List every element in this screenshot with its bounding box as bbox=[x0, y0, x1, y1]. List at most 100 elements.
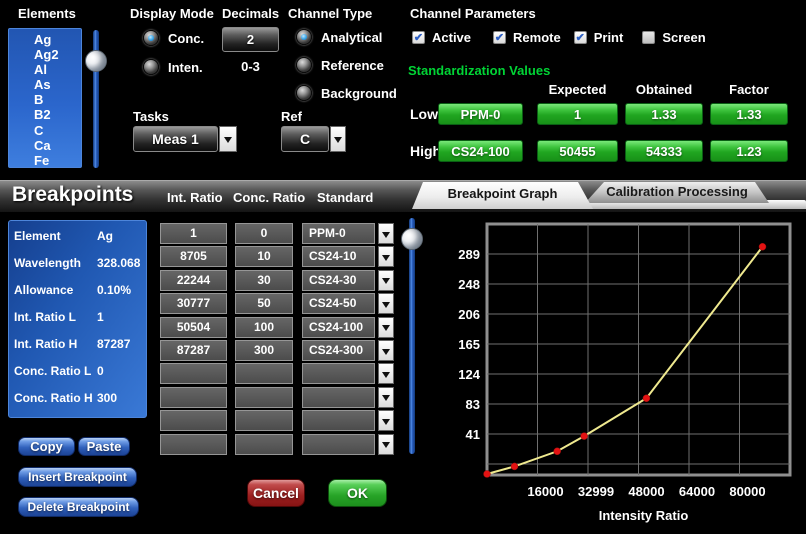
standardization-row-label: High bbox=[410, 143, 441, 159]
breakpoint-table-row bbox=[160, 387, 395, 408]
radio-icon[interactable] bbox=[296, 29, 312, 45]
paste-button[interactable]: Paste bbox=[78, 437, 130, 456]
conc-ratio-cell[interactable]: 30 bbox=[235, 270, 293, 291]
int-ratio-cell[interactable]: 1 bbox=[160, 223, 227, 244]
breakpoint-table-row: 22244 30 CS24-30 bbox=[160, 270, 395, 291]
checkbox-screen[interactable] bbox=[642, 31, 655, 44]
tasks-dropdown-arrow-icon[interactable] bbox=[219, 126, 237, 152]
conc-ratio-cell[interactable]: 100 bbox=[235, 317, 293, 338]
standard-dropdown-arrow-icon[interactable] bbox=[378, 387, 394, 408]
standard-select[interactable]: CS24-50 bbox=[302, 293, 375, 314]
element-list-item-ag2[interactable]: Ag2 bbox=[9, 47, 81, 62]
checkbox-active[interactable]: ✔ bbox=[412, 31, 425, 44]
expected-value-box: 50455 bbox=[537, 140, 618, 162]
ref-select[interactable]: C bbox=[281, 126, 329, 152]
standard-dropdown-arrow-icon[interactable] bbox=[378, 363, 394, 384]
standard-dropdown-arrow-icon[interactable] bbox=[378, 434, 394, 455]
element-list-item-b2[interactable]: B2 bbox=[9, 107, 81, 122]
checkbox-remote[interactable]: ✔ bbox=[493, 31, 506, 44]
radio-option-background[interactable]: Background bbox=[296, 85, 397, 101]
tasks-select[interactable]: Meas 1 bbox=[133, 126, 218, 152]
standard-dropdown-arrow-icon[interactable] bbox=[378, 317, 394, 338]
standard-dropdown-arrow-icon[interactable] bbox=[378, 270, 394, 291]
conc-ratio-cell[interactable]: 50 bbox=[235, 293, 293, 314]
info-value: 87287 bbox=[97, 337, 144, 351]
standard-name-box[interactable]: PPM-0 bbox=[438, 103, 523, 125]
channel-type-label: Channel Type bbox=[288, 6, 372, 21]
element-list-item-as[interactable]: As bbox=[9, 77, 81, 92]
tab-breakpoint-graph[interactable]: Breakpoint Graph bbox=[412, 182, 593, 209]
ok-button[interactable]: OK bbox=[328, 479, 387, 507]
element-list-item-fe[interactable]: Fe bbox=[9, 153, 81, 168]
conc-ratio-cell[interactable] bbox=[235, 410, 293, 431]
elements-scrollbar-thumb[interactable] bbox=[85, 50, 107, 72]
standardization-row-low: LowPPM-011.331.33 bbox=[408, 103, 800, 125]
element-list-item-ca[interactable]: Ca bbox=[9, 138, 81, 153]
delete-breakpoint-button[interactable]: Delete Breakpoint bbox=[18, 497, 139, 517]
cancel-button[interactable]: Cancel bbox=[247, 479, 305, 507]
element-list-item-b[interactable]: B bbox=[9, 92, 81, 107]
int-ratio-cell[interactable] bbox=[160, 410, 227, 431]
factor-value-box: 1.23 bbox=[710, 140, 788, 162]
element-list-item-al[interactable]: Al bbox=[9, 62, 81, 77]
radio-option-analytical[interactable]: Analytical bbox=[296, 29, 397, 45]
standard-select[interactable] bbox=[302, 387, 375, 408]
channel-parameters-label: Channel Parameters bbox=[410, 6, 536, 21]
int-ratio-cell[interactable] bbox=[160, 434, 227, 455]
int-ratio-column-header: Int. Ratio bbox=[167, 190, 223, 205]
ref-label: Ref bbox=[281, 109, 302, 124]
standard-dropdown-arrow-icon[interactable] bbox=[378, 246, 394, 267]
obtained-value-box: 54333 bbox=[625, 140, 703, 162]
radio-option-conc[interactable]: Conc. bbox=[143, 30, 204, 46]
radio-icon[interactable] bbox=[143, 59, 159, 75]
standard-dropdown-arrow-icon[interactable] bbox=[378, 293, 394, 314]
obtained-header: Obtained bbox=[625, 82, 703, 97]
standard-select[interactable] bbox=[302, 363, 375, 384]
standard-select[interactable]: CS24-30 bbox=[302, 270, 375, 291]
radio-option-reference[interactable]: Reference bbox=[296, 57, 397, 73]
radio-label: Reference bbox=[321, 58, 384, 73]
standard-select[interactable]: CS24-100 bbox=[302, 317, 375, 338]
ref-dropdown-arrow-icon[interactable] bbox=[330, 126, 346, 152]
conc-ratio-cell[interactable]: 10 bbox=[235, 246, 293, 267]
copy-button[interactable]: Copy bbox=[18, 437, 75, 456]
standard-dropdown-arrow-icon[interactable] bbox=[378, 410, 394, 431]
standard-select[interactable]: CS24-10 bbox=[302, 246, 375, 267]
radio-option-inten[interactable]: Inten. bbox=[143, 59, 204, 75]
insert-breakpoint-button[interactable]: Insert Breakpoint bbox=[18, 467, 137, 487]
tasks-label: Tasks bbox=[133, 109, 169, 124]
radio-icon[interactable] bbox=[296, 57, 312, 73]
element-list-item-ag[interactable]: Ag bbox=[9, 32, 81, 47]
radio-icon[interactable] bbox=[143, 30, 159, 46]
int-ratio-cell[interactable]: 22244 bbox=[160, 270, 227, 291]
standard-select[interactable]: PPM-0 bbox=[302, 223, 375, 244]
standardization-block: Expected Obtained Factor LowPPM-011.331.… bbox=[408, 80, 800, 170]
element-list-item-c[interactable]: C bbox=[9, 123, 81, 138]
int-ratio-cell[interactable] bbox=[160, 363, 227, 384]
standard-select[interactable]: CS24-300 bbox=[302, 340, 375, 361]
radio-icon[interactable] bbox=[296, 85, 312, 101]
conc-ratio-cell[interactable]: 0 bbox=[235, 223, 293, 244]
table-scrollbar-track[interactable] bbox=[409, 218, 415, 454]
int-ratio-cell[interactable]: 87287 bbox=[160, 340, 227, 361]
standard-dropdown-arrow-icon[interactable] bbox=[378, 340, 394, 361]
checkbox-print[interactable]: ✔ bbox=[574, 31, 587, 44]
standard-select[interactable] bbox=[302, 434, 375, 455]
standard-name-box[interactable]: CS24-100 bbox=[438, 140, 523, 162]
decimals-value-box[interactable]: 2 bbox=[222, 27, 279, 52]
radio-label: Analytical bbox=[321, 30, 382, 45]
standard-dropdown-arrow-icon[interactable] bbox=[378, 223, 394, 244]
int-ratio-cell[interactable]: 8705 bbox=[160, 246, 227, 267]
conc-ratio-cell[interactable]: 300 bbox=[235, 340, 293, 361]
int-ratio-cell[interactable]: 30777 bbox=[160, 293, 227, 314]
breakpoint-table-row bbox=[160, 434, 395, 455]
standardization-row-label: Low bbox=[410, 106, 438, 122]
int-ratio-cell[interactable]: 50504 bbox=[160, 317, 227, 338]
int-ratio-cell[interactable] bbox=[160, 387, 227, 408]
conc-ratio-cell[interactable] bbox=[235, 434, 293, 455]
tab-calibration-processing[interactable]: Calibration Processing bbox=[585, 182, 769, 203]
table-scrollbar-thumb[interactable] bbox=[401, 228, 423, 250]
conc-ratio-cell[interactable] bbox=[235, 387, 293, 408]
conc-ratio-cell[interactable] bbox=[235, 363, 293, 384]
standard-select[interactable] bbox=[302, 410, 375, 431]
